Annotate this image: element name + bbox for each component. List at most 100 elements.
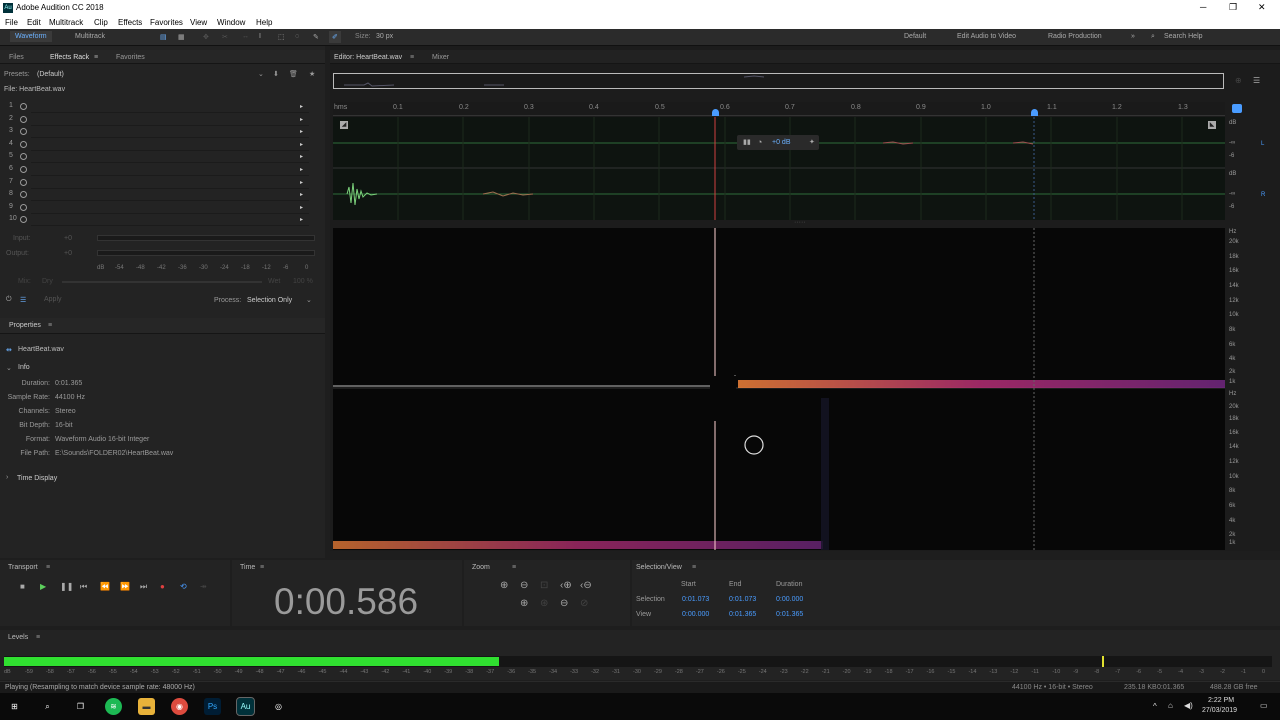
power-icon[interactable] — [20, 140, 27, 148]
rack-slot[interactable]: 9 ▸ — [9, 203, 309, 216]
stop-icon[interactable]: ■ — [20, 582, 25, 591]
rack-slot[interactable]: 1 ▸ — [9, 102, 309, 115]
rack-slot[interactable]: 8 ▸ — [9, 190, 309, 203]
brush-tool-icon[interactable]: ✎ — [313, 33, 319, 41]
power-icon[interactable] — [20, 153, 27, 161]
power-icon[interactable] — [20, 115, 27, 123]
record-icon[interactable]: ● — [160, 582, 165, 591]
waveform-display[interactable]: ◢ ◣ ▮▮ ◔ +0 dB ✦ — [333, 117, 1225, 220]
slot-arrow-icon[interactable]: ▸ — [300, 153, 303, 160]
favorite-star-icon[interactable]: ★ — [309, 70, 315, 78]
menu-window[interactable]: Window — [217, 18, 245, 27]
zoom-lock-icon[interactable] — [1232, 104, 1242, 113]
hud-volume[interactable]: ▮▮ ◔ +0 dB ✦ — [737, 135, 819, 150]
power-icon[interactable] — [20, 178, 27, 186]
panel-menu-icon[interactable]: ☰ — [1253, 76, 1260, 85]
spot-healing-tool-icon[interactable]: ✐ — [329, 31, 341, 43]
panel-menu-icon[interactable]: ≡ — [94, 54, 98, 61]
playhead-marker[interactable] — [712, 109, 719, 116]
waveform-button[interactable]: Waveform — [10, 31, 52, 42]
chevron-right-icon[interactable]: › — [6, 474, 8, 481]
rack-power-icon[interactable]: ⏻ — [6, 296, 12, 304]
menu-clip[interactable]: Clip — [94, 18, 108, 27]
menu-favorites[interactable]: Favorites — [150, 18, 183, 27]
zoom-in-point-icon[interactable]: ⊛ — [540, 598, 548, 609]
power-icon[interactable] — [20, 128, 27, 136]
selection-start[interactable]: 0:01.073 — [682, 596, 709, 603]
rack-slot[interactable]: 4 ▸ — [9, 140, 309, 153]
knob-icon[interactable]: ◔ — [757, 137, 762, 147]
chevron-down-icon[interactable]: ⌄ — [258, 70, 264, 78]
time-selection-tool-icon[interactable]: I — [259, 33, 261, 40]
spotify-icon[interactable]: ≋ — [105, 698, 122, 715]
previous-icon[interactable]: ⏮ — [80, 582, 87, 592]
menu-effects[interactable]: Effects — [118, 18, 142, 27]
tab-mixer[interactable]: Mixer — [432, 54, 449, 61]
search-icon[interactable]: ⌕ — [39, 698, 56, 715]
tab-editor[interactable]: Editor: HeartBeat.wav — [334, 54, 402, 61]
selection-duration[interactable]: 0:00.000 — [776, 596, 803, 603]
workspace-radio-production[interactable]: Radio Production — [1048, 33, 1102, 40]
panel-menu-icon[interactable]: ≡ — [410, 54, 414, 61]
chevron-down-icon[interactable]: ⌄ — [306, 296, 312, 304]
selection-end[interactable]: 0:01.073 — [729, 596, 756, 603]
power-icon[interactable] — [20, 216, 27, 224]
menu-multitrack[interactable]: Multitrack — [49, 18, 83, 27]
menu-file[interactable]: File — [5, 18, 18, 27]
workspace-edit-audio-to-video[interactable]: Edit Audio to Video — [957, 33, 1016, 40]
slot-arrow-icon[interactable]: ▸ — [300, 128, 303, 135]
rack-slot[interactable]: 3 ▸ — [9, 127, 309, 140]
multitrack-button[interactable]: Multitrack — [75, 33, 105, 40]
panel-menu-icon[interactable]: ≡ — [36, 634, 40, 641]
pin-icon[interactable]: ✦ — [809, 138, 815, 146]
play-icon[interactable]: ▶ — [40, 582, 46, 591]
task-view-icon[interactable]: ❐ — [72, 698, 89, 715]
chevron-down-icon[interactable]: ⌄ — [6, 364, 12, 372]
hud-db-value[interactable]: +0 dB — [772, 139, 791, 146]
save-preset-icon[interactable]: ⬇ — [273, 70, 279, 78]
rewind-icon[interactable]: ⏪ — [100, 582, 110, 591]
file-explorer-icon[interactable]: ▬ — [138, 698, 155, 715]
zoom-selection-icon[interactable]: ⊕ — [520, 598, 528, 609]
clock-date[interactable]: 27/03/2019 — [1202, 707, 1237, 714]
clock-time[interactable]: 2:22 PM — [1208, 697, 1234, 704]
razor-tool-icon[interactable]: ✂ — [222, 33, 228, 41]
view-duration[interactable]: 0:01.365 — [776, 611, 803, 618]
zoom-in-amplitude-icon[interactable]: ⊕ — [500, 580, 508, 591]
panel-menu-icon[interactable]: ≡ — [512, 564, 516, 571]
rack-slot[interactable]: 10 ▸ — [9, 215, 309, 228]
zoom-navigator-icon[interactable]: ⊕ — [1235, 76, 1242, 85]
spectral-display-icon[interactable]: ▤ — [160, 33, 167, 41]
rack-slot[interactable]: 2 ▸ — [9, 115, 309, 128]
spectral-display[interactable] — [333, 228, 1225, 550]
channel-left[interactable]: L — [1261, 141, 1264, 147]
list-icon[interactable]: ☰ — [20, 296, 26, 304]
workspace-overflow-icon[interactable]: » — [1131, 33, 1135, 40]
zoom-in-time-icon[interactable]: ‹⊕ — [560, 580, 572, 591]
zoom-out-time-icon[interactable]: ‹⊖ — [580, 580, 592, 591]
minimize-icon[interactable]: ─ — [1200, 2, 1206, 12]
obs-icon[interactable]: ◎ — [270, 698, 287, 715]
spectral-pitch-icon[interactable]: ▦ — [178, 33, 185, 41]
slot-arrow-icon[interactable]: ▸ — [300, 103, 303, 110]
mix-slider[interactable] — [62, 281, 262, 283]
power-icon[interactable] — [20, 103, 27, 110]
menu-edit[interactable]: Edit — [27, 18, 41, 27]
process-select[interactable]: Selection Only — [247, 297, 292, 304]
panel-menu-icon[interactable]: ≡ — [260, 564, 264, 571]
slot-arrow-icon[interactable]: ▸ — [300, 204, 303, 211]
size-value[interactable]: 30 px — [376, 33, 393, 40]
slot-arrow-icon[interactable]: ▸ — [300, 216, 303, 223]
close-icon[interactable]: ✕ — [1258, 2, 1266, 13]
slot-arrow-icon[interactable]: ▸ — [300, 191, 303, 198]
slot-arrow-icon[interactable]: ▸ — [300, 141, 303, 148]
selection-marker[interactable] — [1031, 109, 1038, 116]
panel-menu-icon[interactable]: ≡ — [46, 564, 50, 571]
audition-icon[interactable]: Au — [236, 697, 255, 716]
fade-out-handle-icon[interactable]: ◣ — [1208, 121, 1216, 129]
time-display[interactable]: 0:00.586 — [274, 581, 418, 623]
skip-icon[interactable]: ↠ — [200, 582, 207, 591]
slot-arrow-icon[interactable]: ▸ — [300, 166, 303, 173]
power-icon[interactable] — [20, 191, 27, 199]
workspace-default[interactable]: Default — [904, 33, 926, 40]
